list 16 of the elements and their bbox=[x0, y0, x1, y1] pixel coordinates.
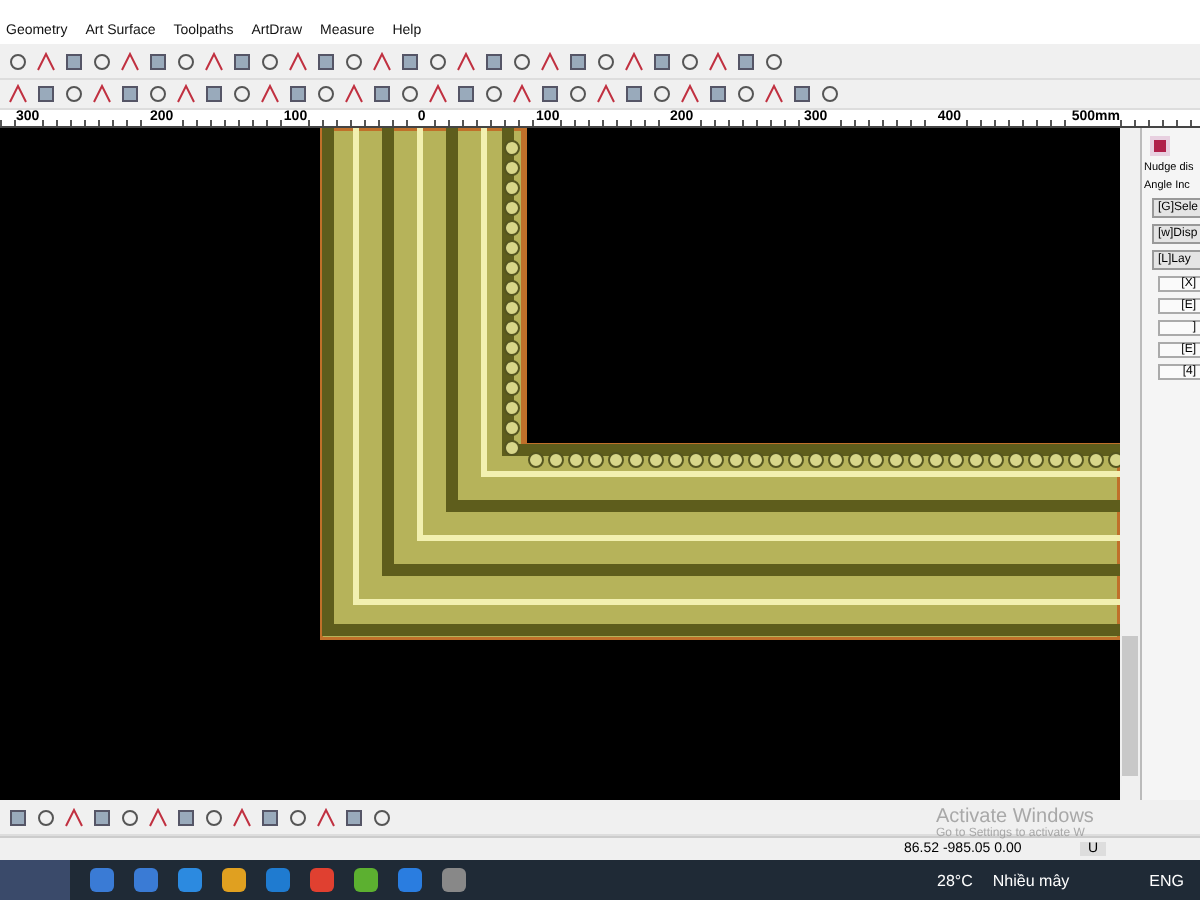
app-icon[interactable] bbox=[310, 868, 334, 892]
activation-title: Activate Windows bbox=[936, 806, 1094, 828]
photo-placeholder bbox=[0, 860, 70, 900]
language-indicator[interactable]: ENG bbox=[1149, 871, 1184, 889]
app-icon[interactable] bbox=[178, 868, 202, 892]
app-icon[interactable] bbox=[442, 868, 466, 892]
weather-text: Nhiều mây bbox=[992, 871, 1070, 889]
app-icon[interactable] bbox=[134, 868, 158, 892]
app-icon[interactable] bbox=[398, 868, 422, 892]
app-icon[interactable] bbox=[90, 868, 114, 892]
scrollbar[interactable] bbox=[1120, 128, 1140, 800]
app-icon[interactable] bbox=[222, 868, 246, 892]
app-icon[interactable] bbox=[266, 868, 290, 892]
temperature: 28°C bbox=[937, 871, 973, 889]
panel-tab-icon[interactable] bbox=[1150, 136, 1170, 156]
app-icon[interactable] bbox=[354, 868, 378, 892]
